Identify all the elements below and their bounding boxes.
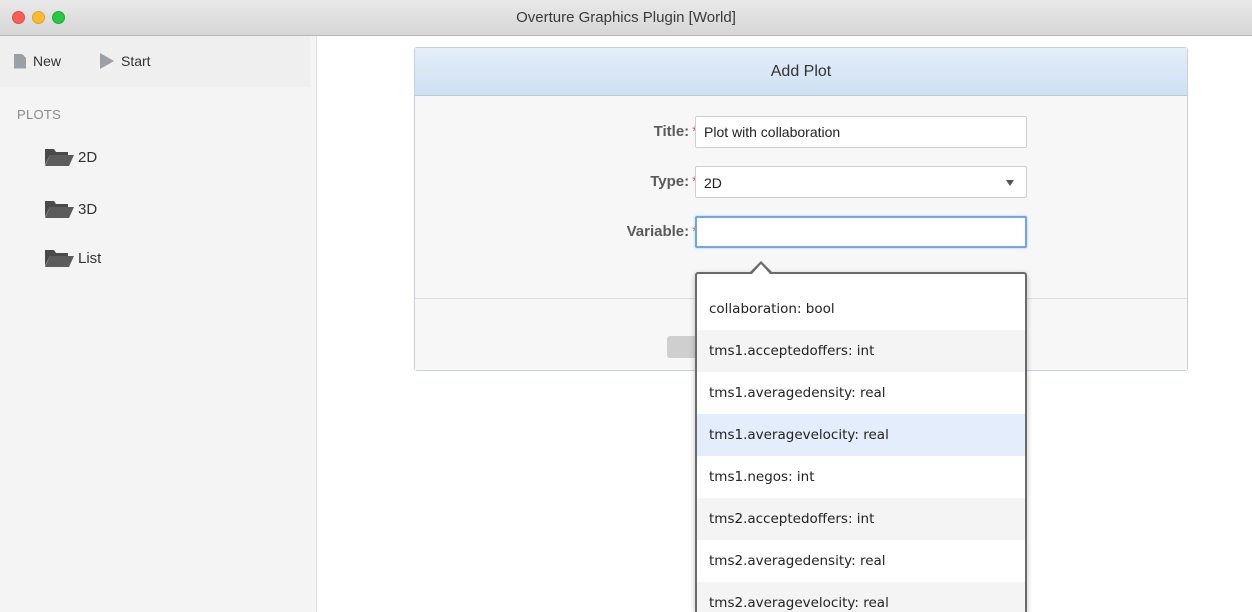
autocomplete-option[interactable]: tms1.averagevelocity: real [697, 414, 1025, 456]
variable-autocomplete-popup: collaboration: bool tms1.acceptedoffers:… [695, 272, 1027, 612]
type-select-value: 2D [704, 175, 722, 191]
folder-icon [45, 201, 74, 218]
sidebar-toolbar: New Start [0, 36, 310, 87]
type-field-label: Type:* [650, 173, 698, 190]
play-icon [100, 53, 114, 69]
variable-row: Variable:* [415, 216, 1187, 248]
new-document-icon [14, 53, 26, 69]
type-row: Type:* 2D [415, 166, 1187, 198]
sidebar-item-label: List [78, 249, 102, 267]
window-title: Overture Graphics Plugin [World] [516, 9, 736, 26]
sidebar-item-list[interactable]: List [44, 248, 101, 268]
sidebar: New Start PLOTS 2D 3D List [0, 36, 317, 612]
autocomplete-option[interactable]: tms2.averagedensity: real [697, 540, 1025, 582]
chevron-down-icon [1006, 180, 1014, 186]
sidebar-item-3d[interactable]: 3D [44, 199, 97, 219]
autocomplete-option[interactable]: tms1.negos: int [697, 456, 1025, 498]
dialog-title: Add Plot [415, 48, 1187, 96]
sidebar-item-label: 2D [78, 148, 98, 166]
new-button-label: New [33, 53, 62, 69]
variable-field-label: Variable:* [627, 223, 698, 240]
title-row: Title:* [415, 116, 1187, 148]
autocomplete-option[interactable]: collaboration: bool [697, 288, 1025, 330]
popup-pointer-inner [752, 264, 770, 274]
sidebar-item-2d[interactable]: 2D [44, 147, 97, 167]
autocomplete-option[interactable]: tms2.averagevelocity: real [697, 582, 1025, 612]
start-button[interactable]: Start [100, 53, 151, 69]
start-button-label: Start [121, 53, 151, 69]
type-select[interactable]: 2D [695, 166, 1027, 198]
title-input[interactable] [695, 116, 1027, 148]
sidebar-item-label: 3D [78, 200, 98, 218]
folder-icon [45, 149, 74, 166]
title-bar: Overture Graphics Plugin [World] [0, 0, 1252, 36]
autocomplete-option[interactable]: tms2.acceptedoffers: int [697, 498, 1025, 540]
plots-section-label: PLOTS [17, 107, 62, 122]
variable-input[interactable] [695, 216, 1027, 248]
autocomplete-option[interactable]: tms1.averagedensity: real [697, 372, 1025, 414]
new-button[interactable]: New [14, 53, 61, 69]
autocomplete-option[interactable]: tms1.acceptedoffers: int [697, 330, 1025, 372]
folder-icon [45, 250, 74, 267]
title-field-label: Title:* [654, 123, 698, 140]
